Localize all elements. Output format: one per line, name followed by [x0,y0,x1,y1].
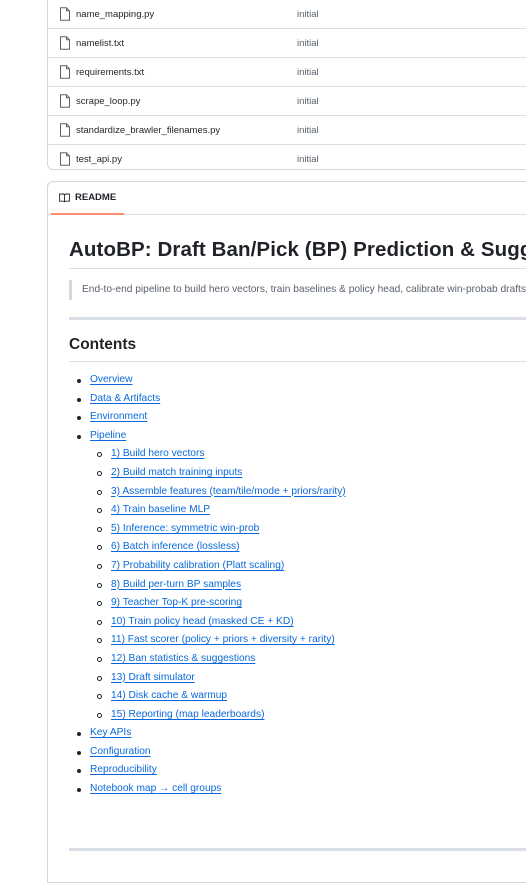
toc-subitem: 11) Fast scorer (policy + priors + diver… [90,631,526,650]
file-icon [60,36,70,50]
toc-link-key-apis[interactable]: Key APIs [90,727,131,738]
toc-subitem: 6) Batch inference (lossless) [90,538,526,557]
file-row[interactable]: name_mapping.py initial [48,0,526,29]
readme-tabbar: README [48,182,526,215]
toc-item: Key APIs [69,724,526,743]
toc-subitem: 5) Inference: symmetric win-prob [90,520,526,539]
toc-subitem: 15) Reporting (map leaderboards) [90,706,526,725]
file-row[interactable]: requirements.txt initial [48,58,526,87]
toc-subitem: 8) Build per-turn BP samples [90,576,526,595]
readme-panel: README AutoBP: Draft Ban/Pick (BP) Predi… [47,181,526,883]
toc-link-pipeline-step[interactable]: 5) Inference: symmetric win-prob [111,523,259,534]
toc-subitem: 4) Train baseline MLP [90,501,526,520]
toc-link-pipeline-step[interactable]: 3) Assemble features (team/tile/mode + p… [111,486,346,497]
contents-heading: Contents [69,336,526,362]
toc-subitem: 9) Teacher Top-K pre-scoring [90,594,526,613]
toc-link-pipeline-step[interactable]: 1) Build hero vectors [111,448,204,459]
toc-link-pipeline-step[interactable]: 10) Train policy head (masked CE + KD) [111,616,294,627]
toc-item: Pipeline 1) Build hero vectors 2) Build … [69,427,526,725]
readme-content: AutoBP: Draft Ban/Pick (BP) Prediction &… [69,214,526,799]
file-name[interactable]: standardize_brawler_filenames.py [76,125,220,136]
commit-message[interactable]: initial [297,9,319,20]
toc-link-reproducibility[interactable]: Reproducibility [90,764,157,775]
toc-link-pipeline-step[interactable]: 4) Train baseline MLP [111,504,210,515]
toc-item: Reproducibility [69,761,526,780]
toc-item: Notebook map → cell groups [69,780,526,799]
commit-message[interactable]: initial [297,125,319,136]
file-icon [60,65,70,79]
commit-message[interactable]: initial [297,67,319,78]
toc-link-pipeline-step[interactable]: 7) Probability calibration (Platt scalin… [111,560,284,571]
toc-link-environment[interactable]: Environment [90,411,147,422]
toc-link-pipeline-step[interactable]: 6) Batch inference (lossless) [111,541,240,552]
toc-subitem: 7) Probability calibration (Platt scalin… [90,557,526,576]
readme-title: AutoBP: Draft Ban/Pick (BP) Prediction &… [69,236,526,269]
tab-readme[interactable]: README [51,182,125,215]
toc-link-pipeline[interactable]: Pipeline [90,430,126,441]
toc-item: Configuration [69,743,526,762]
book-icon [59,193,70,202]
toc-subitem: 1) Build hero vectors [90,445,526,464]
toc-link-notebook-map[interactable]: Notebook map → cell groups [90,783,221,794]
file-name[interactable]: test_api.py [76,154,122,165]
toc-item: Environment [69,408,526,427]
tab-readme-label: README [75,192,117,203]
toc-link-pipeline-step[interactable]: 12) Ban statistics & suggestions [111,653,255,664]
toc-link-pipeline-step[interactable]: 8) Build per-turn BP samples [111,579,241,590]
divider [69,317,526,320]
toc-link-data-artifacts[interactable]: Data & Artifacts [90,393,160,404]
toc-link-pipeline-step[interactable]: 13) Draft simulator [111,672,195,683]
toc-link-pipeline-step[interactable]: 11) Fast scorer (policy + priors + diver… [111,634,335,645]
file-row[interactable]: namelist.txt initial [48,29,526,58]
file-row[interactable]: scrape_loop.py initial [48,87,526,116]
toc-link-overview[interactable]: Overview [90,374,132,385]
table-of-contents: Overview Data & Artifacts Environment Pi… [69,371,526,799]
divider [69,848,526,851]
commit-message[interactable]: initial [297,154,319,165]
toc-subitem: 14) Disk cache & warmup [90,687,526,706]
toc-link-pipeline-step[interactable]: 15) Reporting (map leaderboards) [111,709,264,720]
toc-link-pipeline-step[interactable]: 9) Teacher Top-K pre-scoring [111,597,242,608]
file-icon [60,152,70,166]
file-name[interactable]: scrape_loop.py [76,96,140,107]
file-row[interactable]: standardize_brawler_filenames.py initial [48,116,526,145]
file-name[interactable]: name_mapping.py [76,9,154,20]
readme-blockquote: End-to-end pipeline to build hero vector… [69,280,526,300]
file-icon [60,94,70,108]
file-icon [60,7,70,21]
file-row[interactable]: test_api.py initial [48,145,526,173]
toc-item: Data & Artifacts [69,390,526,409]
toc-subitem: 3) Assemble features (team/tile/mode + p… [90,483,526,502]
toc-link-pipeline-step[interactable]: 14) Disk cache & warmup [111,690,227,701]
file-icon [60,123,70,137]
toc-subitem: 2) Build match training inputs [90,464,526,483]
toc-item: Overview [69,371,526,390]
file-name[interactable]: requirements.txt [76,67,144,78]
toc-link-pipeline-step[interactable]: 2) Build match training inputs [111,467,242,478]
toc-subitem: 12) Ban statistics & suggestions [90,650,526,669]
file-list: name_mapping.py initial namelist.txt ini… [47,0,526,170]
toc-subitem: 10) Train policy head (masked CE + KD) [90,613,526,632]
commit-message[interactable]: initial [297,96,319,107]
commit-message[interactable]: initial [297,38,319,49]
pipeline-sublist: 1) Build hero vectors 2) Build match tra… [90,445,526,724]
file-name[interactable]: namelist.txt [76,38,124,49]
toc-subitem: 13) Draft simulator [90,669,526,688]
toc-link-configuration[interactable]: Configuration [90,746,151,757]
